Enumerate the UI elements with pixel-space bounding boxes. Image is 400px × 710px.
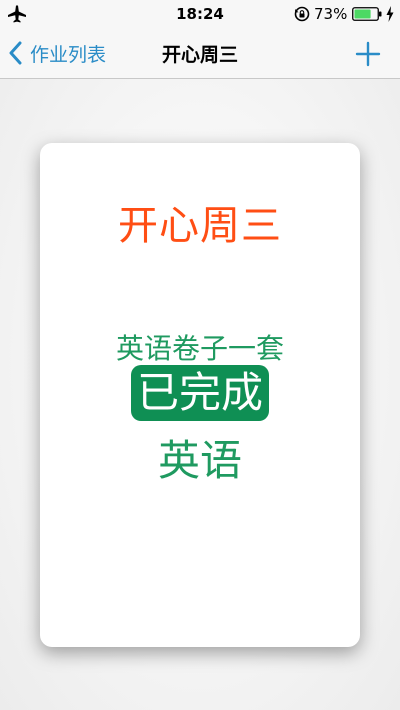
- content-area: 开心周三 英语卷子一套 已完成 英语: [0, 79, 400, 710]
- battery-percent: 73%: [314, 5, 348, 23]
- battery-fill: [354, 9, 371, 19]
- status-badge: 已完成: [130, 365, 269, 421]
- plus-icon[interactable]: [354, 40, 382, 68]
- status-badge-container: 已完成: [40, 365, 360, 421]
- page-title: 开心周三: [161, 44, 238, 66]
- charging-icon: [386, 6, 394, 22]
- status-bar: 18:24 73%: [0, 0, 400, 28]
- task-description: 英语卷子一套: [115, 332, 284, 365]
- card-title: 开心周三: [118, 203, 282, 249]
- battery-icon: [352, 7, 382, 21]
- navigation-bar: 作业列表 开心周三: [0, 28, 400, 79]
- rotation-lock-icon: [294, 6, 310, 22]
- homework-card[interactable]: 开心周三 英语卷子一套 已完成 英语: [40, 143, 360, 647]
- subject-label: 英语: [157, 436, 242, 485]
